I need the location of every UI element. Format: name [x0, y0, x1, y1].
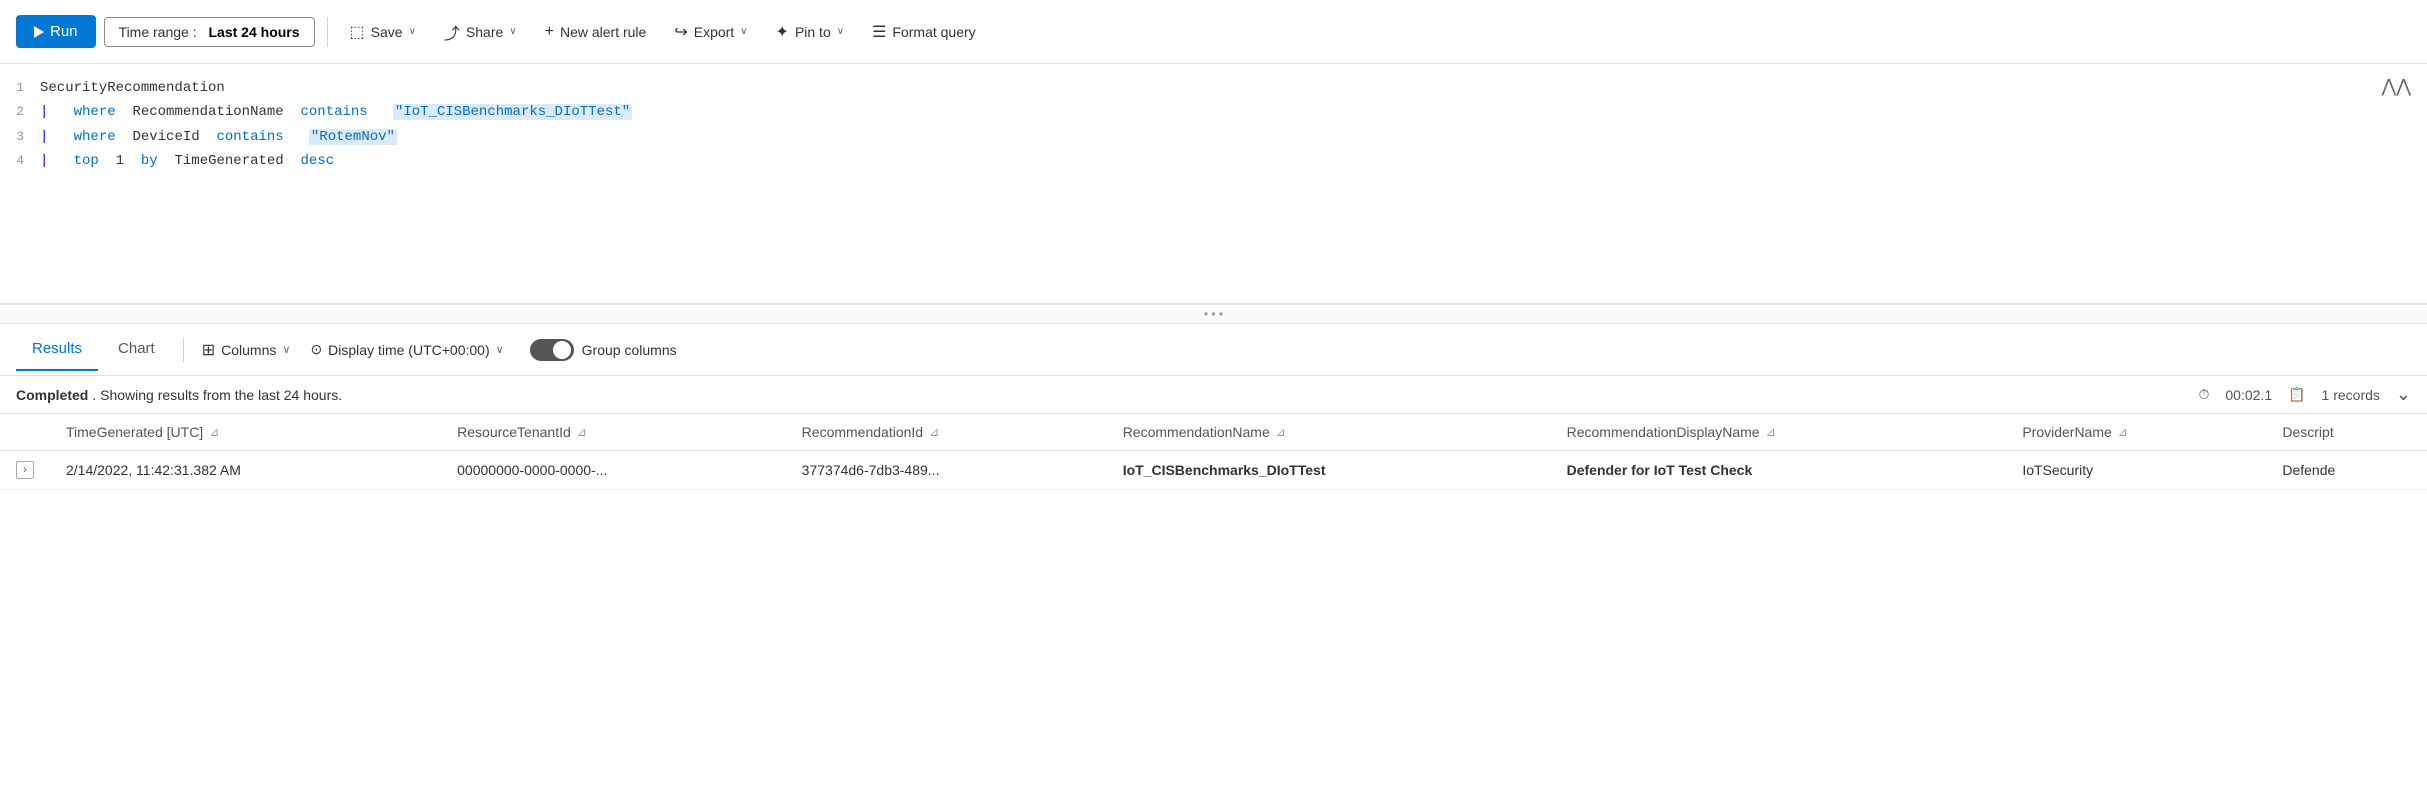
line-content-3: | where DeviceId contains "RotemNov": [40, 126, 397, 148]
resize-dots: • • •: [1204, 307, 1223, 321]
th-recommendation-display-name[interactable]: RecommendationDisplayName ⊿: [1551, 414, 2007, 451]
group-columns-toggle[interactable]: Group columns: [530, 339, 677, 361]
results-table-wrap: TimeGenerated [UTC] ⊿ ResourceTenantId ⊿…: [0, 414, 2427, 490]
tab-chart[interactable]: Chart: [102, 328, 171, 371]
format-icon: ☰: [872, 22, 886, 42]
query-line-3: 3 | where DeviceId contains "RotemNov": [0, 125, 2427, 149]
toggle-track[interactable]: [530, 339, 574, 361]
time-range-prefix: Time range :: [119, 24, 197, 40]
results-tabs: Results Chart ⊞ Columns ∨ ⊙ Display time…: [0, 324, 2427, 376]
format-query-label: Format query: [892, 24, 975, 40]
pin-to-label: Pin to: [795, 24, 831, 40]
filter-resource-icon[interactable]: ⊿: [577, 425, 587, 439]
results-area: Results Chart ⊞ Columns ∨ ⊙ Display time…: [0, 324, 2427, 490]
th-time-generated[interactable]: TimeGenerated [UTC] ⊿: [50, 414, 441, 451]
td-description: Defende: [2266, 451, 2427, 490]
td-time-generated: 2/14/2022, 11:42:31.382 AM: [50, 451, 441, 490]
th-recommendation-id[interactable]: RecommendationId ⊿: [786, 414, 1107, 451]
toolbar: Run Time range : Last 24 hours ⬚ Save ∨ …: [0, 0, 2427, 64]
pin-to-button[interactable]: ✦ Pin to ∨: [766, 16, 855, 48]
line-num-4: 4: [0, 151, 40, 172]
results-table: TimeGenerated [UTC] ⊿ ResourceTenantId ⊿…: [0, 414, 2427, 490]
display-time-button[interactable]: ⊙ Display time (UTC+00:00) ∨: [300, 335, 513, 364]
status-right: ⏱ 00:02.1 📋 1 records ⌄: [2198, 384, 2411, 405]
run-button[interactable]: Run: [16, 15, 96, 48]
toolbar-divider-1: [327, 17, 328, 47]
format-query-button[interactable]: ☰ Format query: [862, 16, 986, 48]
new-alert-label: New alert rule: [560, 24, 646, 40]
filter-rec-name-icon[interactable]: ⊿: [1276, 425, 1286, 439]
filter-rec-id-icon[interactable]: ⊿: [929, 425, 939, 439]
query-line-4: 4 | top 1 by TimeGenerated desc: [0, 149, 2427, 173]
time-range-value: Last 24 hours: [209, 24, 300, 40]
row-expand-button[interactable]: ›: [16, 461, 34, 479]
display-time-chevron-icon: ∨: [496, 343, 504, 356]
toggle-thumb: [553, 341, 571, 359]
td-expand: ›: [0, 451, 50, 490]
line-content-4: | top 1 by TimeGenerated desc: [40, 150, 334, 172]
status-left: Completed . Showing results from the las…: [16, 387, 342, 403]
th-recommendation-name[interactable]: RecommendationName ⊿: [1107, 414, 1551, 451]
td-provider-name: IoTSecurity: [2006, 451, 2266, 490]
time-range-button[interactable]: Time range : Last 24 hours: [104, 17, 315, 47]
line-num-3: 3: [0, 127, 40, 148]
save-chevron-icon: ∨: [409, 26, 416, 37]
th-description[interactable]: Descript: [2266, 414, 2427, 451]
td-recommendation-id: 377374d6-7db3-489...: [786, 451, 1107, 490]
th-resource-tenant-id[interactable]: ResourceTenantId ⊿: [441, 414, 786, 451]
export-button[interactable]: ↪ Export ∨: [664, 16, 757, 48]
share-icon: ⤴: [444, 20, 460, 44]
export-label: Export: [694, 24, 734, 40]
group-columns-label: Group columns: [582, 342, 677, 358]
query-time: 00:02.1: [2225, 387, 2272, 403]
pin-chevron-icon: ∨: [837, 26, 844, 37]
export-chevron-icon: ∨: [740, 26, 747, 37]
save-label: Save: [371, 24, 403, 40]
td-resource-tenant-id: 00000000-0000-0000-...: [441, 451, 786, 490]
th-expand: [0, 414, 50, 451]
status-bar: Completed . Showing results from the las…: [0, 376, 2427, 414]
status-completed: Completed: [16, 387, 88, 403]
th-provider-name[interactable]: ProviderName ⊿: [2006, 414, 2266, 451]
records-count: 1 records: [2322, 387, 2380, 403]
table-header-row: TimeGenerated [UTC] ⊿ ResourceTenantId ⊿…: [0, 414, 2427, 451]
collapse-editor-button[interactable]: ⋀⋀: [2381, 76, 2411, 97]
records-icon: 📋: [2288, 386, 2305, 403]
line-num-2: 2: [0, 102, 40, 123]
line-content-1: SecurityRecommendation: [40, 77, 225, 99]
tab-results[interactable]: Results: [16, 328, 98, 371]
query-line-2: 2 | where RecommendationName contains "I…: [0, 100, 2427, 124]
columns-grid-icon: ⊞: [202, 340, 215, 360]
resize-handle[interactable]: • • •: [0, 304, 2427, 324]
share-button[interactable]: ⤴ Share ∨: [434, 14, 527, 50]
share-label: Share: [466, 24, 503, 40]
new-alert-button[interactable]: + New alert rule: [535, 17, 657, 47]
filter-display-name-icon[interactable]: ⊿: [1766, 425, 1776, 439]
save-button[interactable]: ⬚ Save ∨: [340, 16, 426, 48]
line-num-1: 1: [0, 78, 40, 99]
status-message: . Showing results from the last 24 hours…: [92, 387, 342, 403]
tab-separator: [183, 338, 184, 362]
export-icon: ↪: [674, 22, 687, 42]
query-line-1: 1 SecurityRecommendation: [0, 76, 2427, 100]
pin-icon: ✦: [776, 22, 789, 42]
run-label: Run: [50, 23, 78, 40]
td-recommendation-name: IoT_CISBenchmarks_DIoTTest: [1107, 451, 1551, 490]
plus-icon: +: [545, 23, 554, 41]
save-icon: ⬚: [350, 22, 365, 42]
expand-results-button[interactable]: ⌄: [2396, 384, 2411, 405]
table-row: › 2/14/2022, 11:42:31.382 AM 00000000-00…: [0, 451, 2427, 490]
td-recommendation-display-name: Defender for IoT Test Check: [1551, 451, 2007, 490]
play-icon: [34, 26, 44, 38]
line-content-2: | where RecommendationName contains "IoT…: [40, 101, 632, 123]
share-chevron-icon: ∨: [509, 26, 516, 37]
columns-button[interactable]: ⊞ Columns ∨: [192, 334, 301, 366]
columns-chevron-icon: ∨: [282, 343, 290, 356]
clock-icon: ⊙: [310, 341, 322, 358]
time-icon: ⏱: [2198, 386, 2209, 403]
filter-time-icon[interactable]: ⊿: [209, 425, 219, 439]
query-editor[interactable]: 1 SecurityRecommendation 2 | where Recom…: [0, 64, 2427, 304]
filter-provider-icon[interactable]: ⊿: [2118, 425, 2128, 439]
